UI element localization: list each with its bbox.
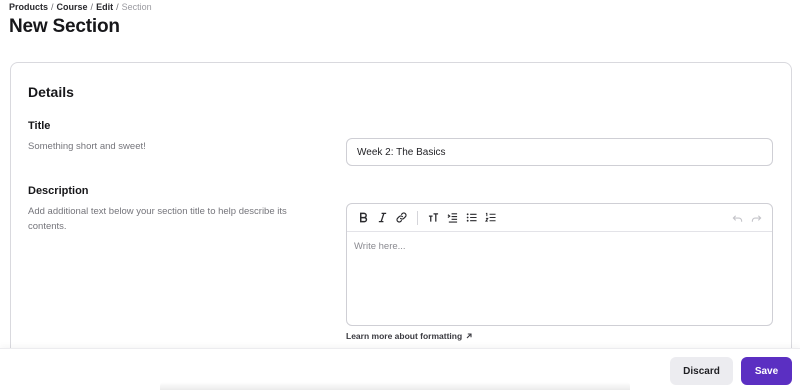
indent-icon[interactable] xyxy=(443,209,461,227)
details-heading: Details xyxy=(28,84,74,100)
history-controls xyxy=(728,209,766,227)
redo-icon[interactable] xyxy=(747,209,765,227)
footer-shadow xyxy=(160,382,630,390)
breadcrumb: Products / Course / Edit / Section xyxy=(9,2,152,12)
discard-button[interactable]: Discard xyxy=(670,357,733,385)
breadcrumb-current: Section xyxy=(121,2,152,12)
description-help: Add additional text below your section t… xyxy=(28,206,287,232)
link-icon[interactable] xyxy=(392,209,410,227)
italic-icon[interactable] xyxy=(373,209,391,227)
breadcrumb-edit[interactable]: Edit xyxy=(96,2,113,12)
page-title: New Section xyxy=(9,16,120,37)
breadcrumb-separator: / xyxy=(90,2,94,12)
formatting-help-link[interactable]: Learn more about formatting xyxy=(346,331,473,341)
breadcrumb-separator: / xyxy=(116,2,119,12)
title-input[interactable] xyxy=(346,138,773,166)
save-button[interactable]: Save xyxy=(741,357,792,385)
formatting-help-label: Learn more about formatting xyxy=(346,331,463,341)
external-arrow-icon xyxy=(466,333,472,339)
title-label: Title xyxy=(28,120,51,132)
details-card: Details Title Something short and sweet!… xyxy=(10,62,792,362)
title-help: Something short and sweet! xyxy=(28,141,146,152)
breadcrumb-products[interactable]: Products xyxy=(9,2,48,12)
toolbar-divider xyxy=(417,210,418,225)
description-label: Description xyxy=(28,185,89,197)
bullet-list-icon[interactable] xyxy=(462,209,480,227)
breadcrumb-course[interactable]: Course xyxy=(57,2,88,12)
numbered-list-icon[interactable] xyxy=(481,209,499,227)
breadcrumb-separator: / xyxy=(51,2,54,12)
editor-toolbar xyxy=(347,204,772,232)
description-editor xyxy=(346,203,773,326)
undo-icon[interactable] xyxy=(728,209,746,227)
text-size-icon[interactable] xyxy=(424,209,442,227)
bold-icon[interactable] xyxy=(354,209,372,227)
description-textarea[interactable] xyxy=(347,232,772,325)
